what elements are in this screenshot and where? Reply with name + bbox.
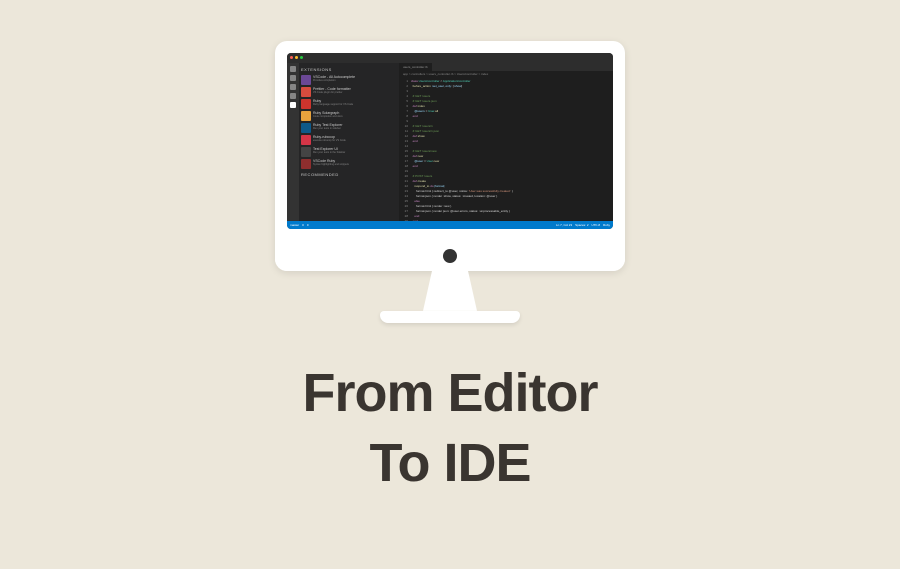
extension-item: VSCode Ruby Syntax highlighting and snip… — [301, 158, 397, 170]
extension-desc: Code completion and docs — [313, 115, 397, 118]
status-item: Ln 7, Col 23 — [556, 223, 572, 227]
extension-icon — [301, 135, 311, 145]
extension-item: Prettier - Code formatter VS Code plugin… — [301, 86, 397, 98]
debug-icon — [290, 93, 296, 99]
editor-main: users_controller.rb app > controllers > … — [399, 63, 613, 221]
extension-text: Ruby Solargraph Code completion and docs — [313, 111, 397, 118]
extension-text: VSCode - All Autocomplete Provides compl… — [313, 75, 397, 82]
close-icon — [290, 56, 293, 59]
status-item: 0 — [302, 223, 304, 227]
extension-desc: execute rubocop for VS Code — [313, 139, 397, 142]
extension-text: VSCode Ruby Syntax highlighting and snip… — [313, 159, 397, 166]
code-area: 1class UsersController < ApplicationCont… — [399, 77, 613, 226]
headline: From Editor To IDE — [303, 358, 598, 498]
sidebar-header: EXTENSIONS — [301, 65, 397, 74]
extension-item: Ruby-rubocop execute rubocop for VS Code — [301, 134, 397, 146]
headline-line2: To IDE — [303, 428, 598, 498]
code-content: end — [411, 139, 418, 144]
status-bar: master00 Ln 7, Col 23Spaces: 2UTF-8Ruby — [287, 221, 613, 229]
headline-line1: From Editor — [303, 358, 598, 428]
status-item: Spaces: 2 — [575, 223, 588, 227]
status-left: master00 — [290, 223, 309, 227]
editor-tab: users_controller.rb — [399, 63, 432, 71]
extension-icon — [301, 111, 311, 121]
extension-icon — [301, 159, 311, 169]
extension-item: VSCode - All Autocomplete Provides compl… — [301, 74, 397, 86]
window-titlebar — [287, 53, 613, 63]
monitor-chin — [275, 241, 625, 271]
code-content: end — [411, 164, 418, 169]
extension-desc: Run your tests in the Sidebar — [313, 151, 397, 154]
code-content: before_action :set_user, only: [:show] — [411, 84, 462, 89]
status-item: master — [290, 223, 299, 227]
extension-desc: Run your tests in sidebar — [313, 127, 397, 130]
code-content: format.json { render json: @user.errors,… — [411, 209, 510, 214]
status-item: 0 — [307, 223, 309, 227]
minimize-icon — [295, 56, 298, 59]
git-icon — [290, 84, 296, 90]
monitor-stand — [420, 271, 480, 311]
activity-bar — [287, 63, 299, 221]
tab-bar: users_controller.rb — [399, 63, 613, 71]
extension-text: Ruby-rubocop execute rubocop for VS Code — [313, 135, 397, 142]
code-content: end — [411, 114, 418, 119]
extension-desc: Syntax highlighting and snippets — [313, 163, 397, 166]
status-right: Ln 7, Col 23Spaces: 2UTF-8Ruby — [556, 223, 610, 227]
extensions-icon — [290, 102, 296, 108]
status-item: Ruby — [603, 223, 610, 227]
extension-icon — [301, 99, 311, 109]
extension-item: Test Explorer UI Run your tests in the S… — [301, 146, 397, 158]
extensions-sidebar: EXTENSIONS VSCode - All Autocomplete Pro… — [299, 63, 399, 221]
editor-body: EXTENSIONS VSCode - All Autocomplete Pro… — [287, 63, 613, 221]
extension-icon — [301, 87, 311, 97]
extension-icon — [301, 123, 311, 133]
extension-desc: Ruby language support for VS Code — [313, 103, 397, 106]
search-icon — [290, 75, 296, 81]
code-content: format.json { render :show, status: :cre… — [411, 194, 497, 199]
extension-desc: Provides completion — [313, 79, 397, 82]
extension-text: Ruby Ruby language support for VS Code — [313, 99, 397, 106]
monitor-base — [380, 311, 520, 323]
extension-text: Test Explorer UI Run your tests in the S… — [313, 147, 397, 154]
monitor-illustration: EXTENSIONS VSCode - All Autocomplete Pro… — [275, 41, 625, 323]
status-item: UTF-8 — [591, 223, 600, 227]
extension-text: Ruby Test Explorer Run your tests in sid… — [313, 123, 397, 130]
extension-item: Ruby Solargraph Code completion and docs — [301, 110, 397, 122]
monitor-frame: EXTENSIONS VSCode - All Autocomplete Pro… — [275, 41, 625, 271]
recommended-header: RECOMMENDED — [301, 170, 397, 179]
extension-item: Ruby Ruby language support for VS Code — [301, 98, 397, 110]
extension-text: Prettier - Code formatter VS Code plugin… — [313, 87, 397, 94]
extension-item: Ruby Test Explorer Run your tests in sid… — [301, 122, 397, 134]
maximize-icon — [300, 56, 303, 59]
extension-desc: VS Code plugin for prettier — [313, 91, 397, 94]
extension-icon — [301, 75, 311, 85]
power-button-icon — [443, 249, 457, 263]
extension-icon — [301, 147, 311, 157]
screen: EXTENSIONS VSCode - All Autocomplete Pro… — [287, 53, 613, 229]
files-icon — [290, 66, 296, 72]
